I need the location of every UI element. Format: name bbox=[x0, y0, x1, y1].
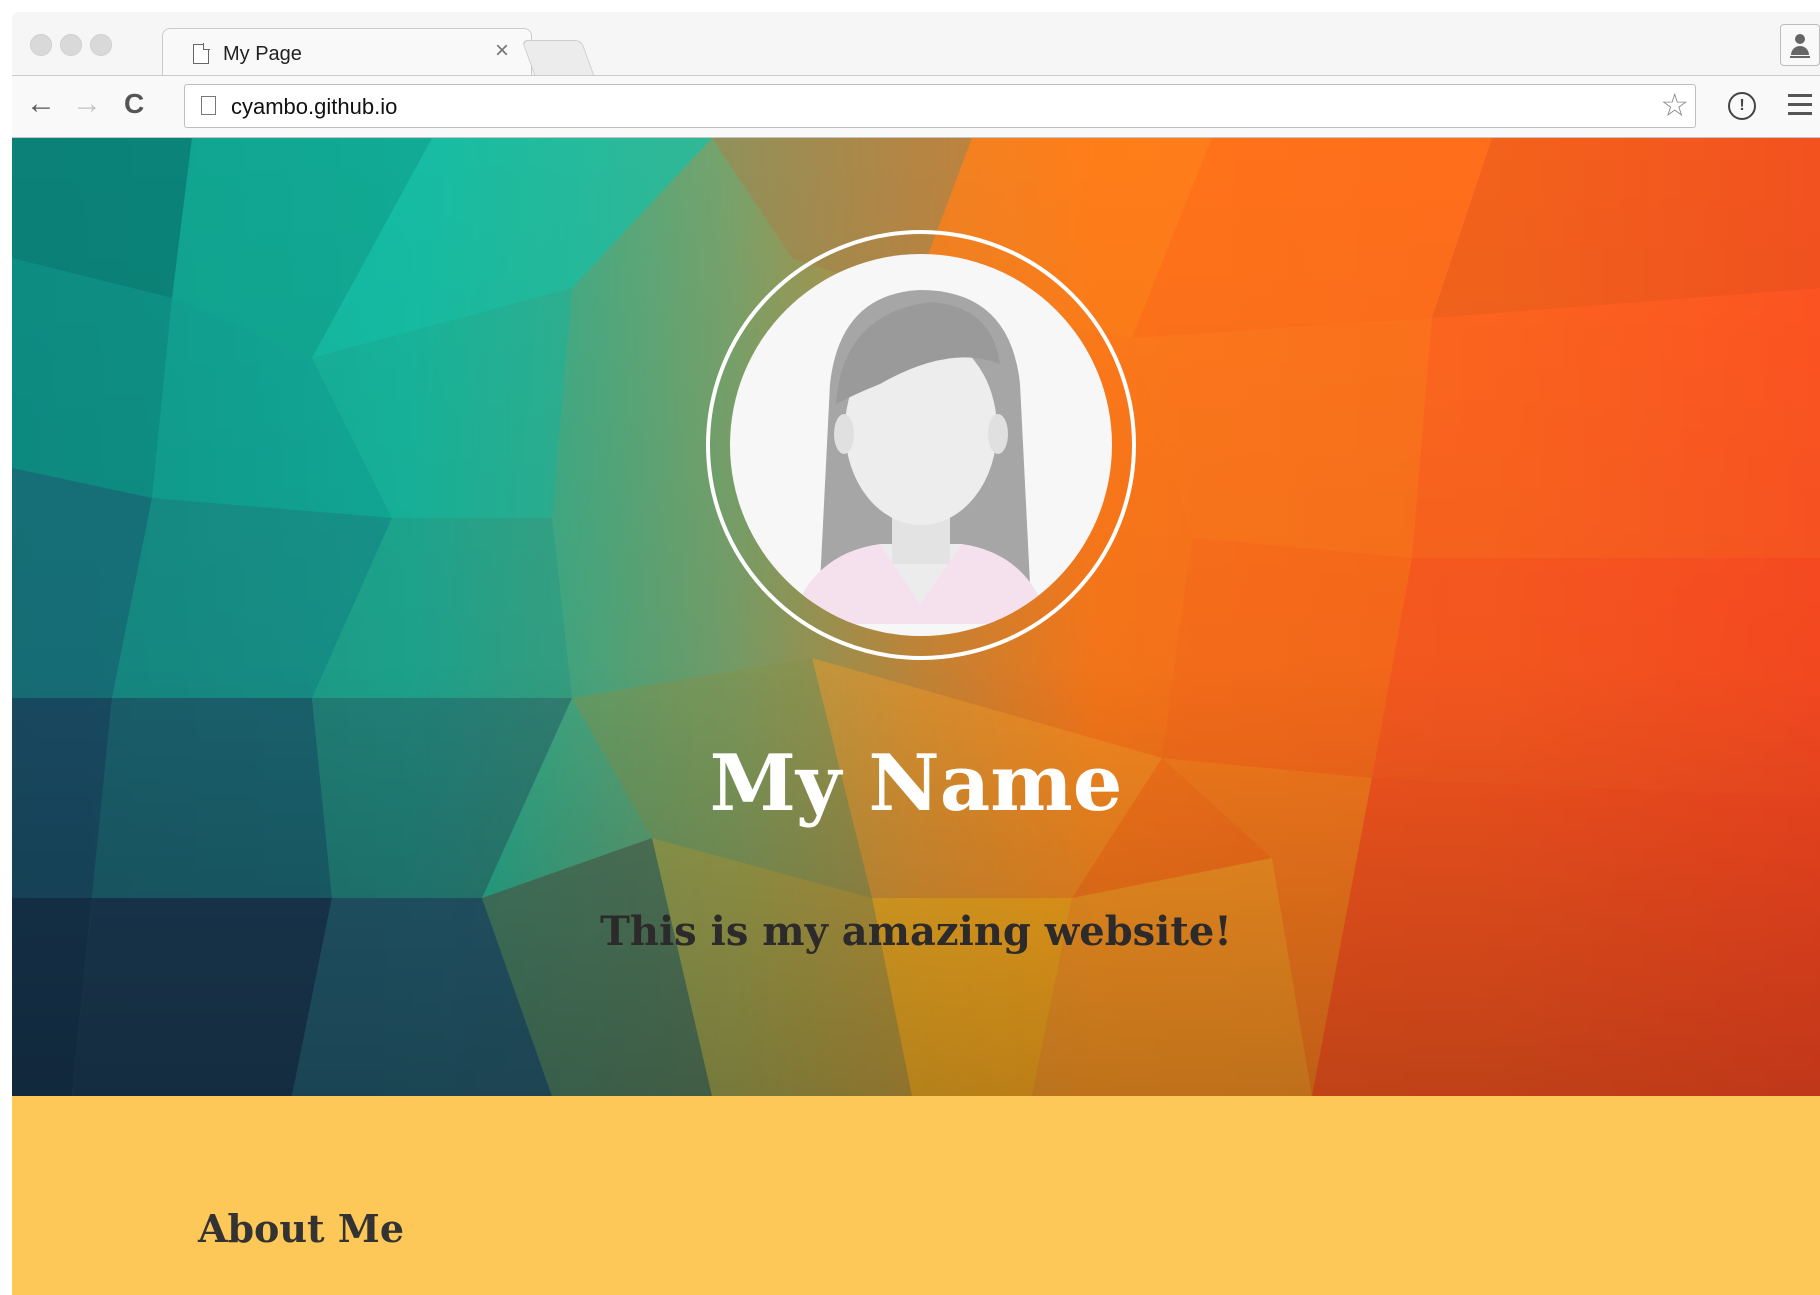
avatar bbox=[730, 254, 1112, 636]
about-section: About Me bbox=[12, 1096, 1820, 1295]
back-icon[interactable]: ← bbox=[26, 86, 56, 122]
window-minimize-light[interactable] bbox=[60, 34, 82, 56]
new-tab-button[interactable] bbox=[521, 40, 595, 76]
page-icon bbox=[201, 96, 216, 115]
about-title: About Me bbox=[198, 1206, 405, 1251]
profile-icon[interactable] bbox=[1780, 24, 1820, 66]
address-bar[interactable]: cyambo.github.io ☆ bbox=[184, 84, 1696, 128]
page-icon bbox=[193, 43, 210, 64]
hero-section: My Name This is my amazing website! bbox=[12, 138, 1820, 1096]
female-avatar-placeholder-icon bbox=[790, 290, 1050, 624]
web-page: My Name This is my amazing website! Abou… bbox=[12, 138, 1820, 1295]
window-zoom-light[interactable] bbox=[90, 34, 112, 56]
window-close-light[interactable] bbox=[30, 34, 52, 56]
tab-title: My Page bbox=[223, 43, 302, 65]
close-icon[interactable]: × bbox=[495, 39, 509, 63]
forward-icon[interactable]: → bbox=[72, 86, 102, 122]
menu-icon[interactable] bbox=[1788, 94, 1812, 116]
reload-icon[interactable]: C bbox=[124, 86, 144, 122]
browser-toolbar: ← → C cyambo.github.io ☆ ! bbox=[12, 76, 1820, 138]
browser-window: My Page × ← → C cyambo.github.io ☆ ! My … bbox=[12, 12, 1820, 1295]
password-manager-icon[interactable]: ! bbox=[1728, 92, 1756, 120]
hero-name: My Name bbox=[709, 738, 1123, 829]
star-icon[interactable]: ☆ bbox=[1660, 87, 1689, 123]
hero-tagline: This is my amazing website! bbox=[600, 908, 1232, 955]
tab-strip: My Page × bbox=[12, 12, 1820, 78]
tab-my-page[interactable]: My Page × bbox=[162, 28, 532, 78]
url-text[interactable]: cyambo.github.io bbox=[231, 94, 397, 120]
